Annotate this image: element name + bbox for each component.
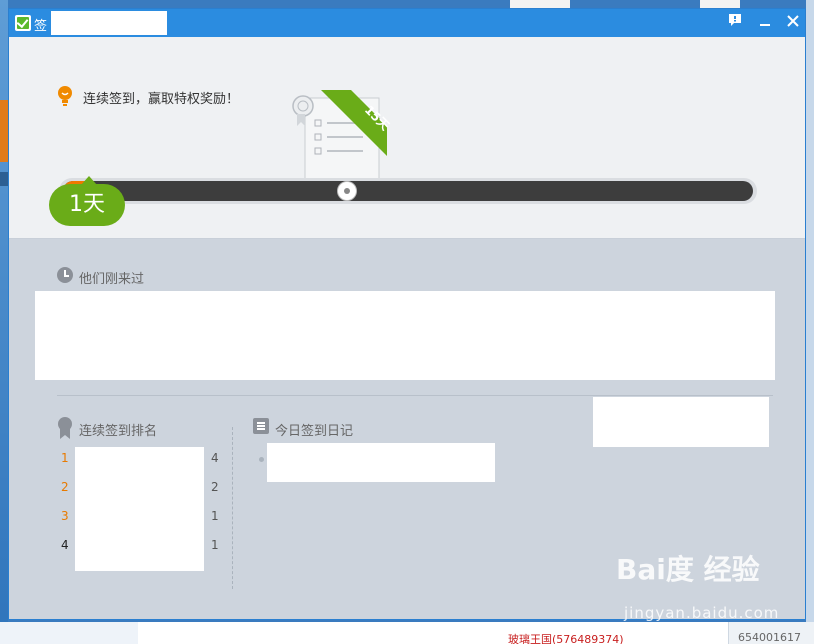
diary-list-icon <box>253 418 269 434</box>
watermark-url: jingyan.baidu.com <box>624 604 780 622</box>
ranking-label: 连续签到排名 <box>79 424 158 439</box>
desktop-top-icons <box>510 0 570 8</box>
ranking-position: 1 <box>61 451 69 465</box>
ranking-count: 1 <box>211 509 219 523</box>
medal-icon <box>58 417 72 439</box>
signin-progress-bar <box>59 178 757 204</box>
current-day-bubble: 1天 <box>49 176 125 226</box>
baidu-watermark: Bai度 经验 jingyan.baidu.com <box>616 548 786 628</box>
ranking-position: 2 <box>61 480 69 494</box>
diary-entry-redaction <box>267 443 495 482</box>
section-divider <box>57 395 773 396</box>
visitors-label: 他们刚来过 <box>79 272 145 287</box>
window-title: 签 <box>34 19 48 34</box>
ranking-position: 4 <box>61 538 69 552</box>
promo-text: 连续签到，赢取特权奖励！ <box>83 92 240 107</box>
clock-icon <box>57 267 73 283</box>
app-checkbox-icon <box>15 15 31 31</box>
signin-window: 签 连续签到，赢取特权奖励！ 15天 1天 他们刚来过 连续签到排名 1 4 2… <box>8 8 806 620</box>
desktop-left-edge <box>0 0 8 644</box>
right-panel-redaction <box>593 397 769 447</box>
ranking-count: 2 <box>211 480 219 494</box>
column-divider <box>232 427 233 589</box>
progress-milestone-marker <box>337 181 357 201</box>
close-icon[interactable] <box>783 13 803 33</box>
signin-header-panel: 连续签到，赢取特权奖励！ 15天 <box>9 37 805 239</box>
visitors-list <box>35 291 775 380</box>
ranking-position: 3 <box>61 509 69 523</box>
title-bar[interactable]: 签 <box>9 9 805 37</box>
desktop-group-link[interactable]: 玻璃王国(576489374) <box>508 631 624 644</box>
ranking-count: 4 <box>211 451 219 465</box>
ranking-count: 1 <box>211 538 219 552</box>
desktop-number-text: 654001617 <box>738 631 801 644</box>
desktop-top-icons-right <box>700 0 740 8</box>
reward-certificate-icon <box>292 90 387 189</box>
desktop-blue-block <box>0 172 8 186</box>
desktop-orange-block <box>0 100 8 162</box>
title-redaction <box>51 11 167 35</box>
minimize-icon[interactable] <box>755 13 775 33</box>
lightbulb-icon <box>58 86 72 106</box>
feedback-icon[interactable] <box>725 13 745 33</box>
diary-label: 今日签到日记 <box>275 424 354 439</box>
ranking-names-redaction <box>75 447 204 571</box>
progress-track <box>63 181 753 201</box>
desktop-right-edge <box>806 0 814 644</box>
watermark-brand: Bai度 经验 <box>616 553 760 586</box>
diary-bullet <box>259 457 264 462</box>
